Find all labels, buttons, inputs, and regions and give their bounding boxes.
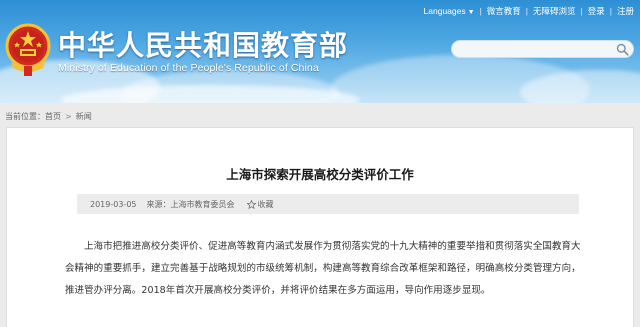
site-header: 中华人民共和国教育部 Ministry of Education of the …	[0, 0, 640, 103]
divider: |	[479, 6, 482, 16]
favorite-label: 收藏	[257, 199, 274, 209]
register-link[interactable]: 注册	[617, 5, 634, 17]
languages-link[interactable]: Languages ▼	[424, 6, 475, 16]
star-icon	[246, 199, 256, 209]
divider: |	[525, 6, 529, 16]
breadcrumb-separator: >	[65, 111, 72, 121]
divider: |	[609, 6, 612, 16]
search-input[interactable]	[460, 42, 610, 56]
search-icon[interactable]	[616, 43, 629, 56]
article-body: 上海市把推进高校分类评价、促进高等教育内涵式发展作为贯彻落实党的十九大精神的重要…	[65, 241, 581, 296]
chevron-down-icon: ▼	[467, 9, 475, 16]
article-title: 上海市探索开展高校分类评价工作	[226, 167, 414, 182]
article-meta-bar: 2019-03-05 来源：上海市教育委员会 收藏	[77, 194, 579, 214]
favorite-button[interactable]: 收藏	[246, 199, 274, 210]
accessible-browsing-link[interactable]: 无障碍浏览	[533, 5, 576, 17]
weibo-link[interactable]: 微言教育	[487, 5, 521, 17]
article-date: 2019-03-05	[90, 199, 137, 209]
breadcrumb: 当前位置： 首页 > 新闻	[5, 110, 92, 122]
site-title-cn[interactable]: 中华人民共和国教育部	[58, 24, 348, 64]
breadcrumb-news[interactable]: 新闻	[76, 111, 92, 122]
breadcrumb-prefix: 当前位置：	[5, 111, 45, 121]
article-container: 上海市探索开展高校分类评价工作 2019-03-05 来源：上海市教育委员会 收…	[6, 127, 634, 327]
top-links: Languages ▼ | 微言教育 | 无障碍浏览 | 登录 | 注册	[424, 4, 634, 18]
breadcrumb-home[interactable]: 首页	[45, 111, 61, 122]
article-source: 来源：上海市教育委员会	[146, 199, 235, 209]
divider: |	[580, 6, 583, 16]
search-box	[451, 40, 634, 58]
national-emblem-icon[interactable]	[3, 22, 53, 78]
login-link[interactable]: 登录	[588, 5, 605, 17]
site-title-en: Ministry of Education of the People's Re…	[58, 62, 319, 74]
